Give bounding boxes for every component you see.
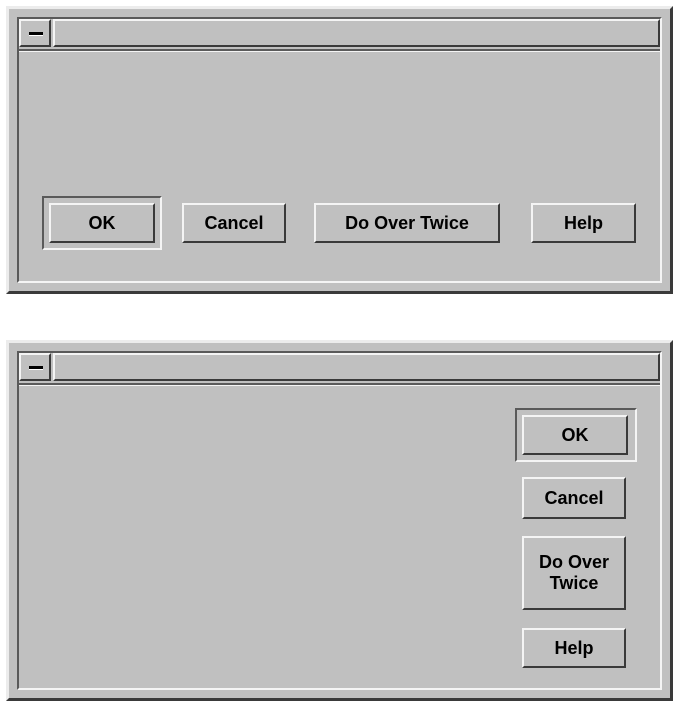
cancel-button[interactable]: Cancel bbox=[182, 203, 286, 243]
title-field[interactable] bbox=[53, 353, 660, 381]
title-bar bbox=[19, 353, 660, 385]
window-menu-button[interactable] bbox=[19, 353, 51, 381]
help-button[interactable]: Help bbox=[531, 203, 636, 243]
title-field[interactable] bbox=[53, 19, 660, 47]
ok-button[interactable]: OK bbox=[522, 415, 628, 455]
window-menu-icon bbox=[29, 366, 43, 369]
cancel-button[interactable]: Cancel bbox=[522, 477, 626, 519]
dialog-horizontal bbox=[6, 6, 673, 294]
window-menu-icon bbox=[29, 32, 43, 35]
do-over-twice-button[interactable]: Do Over Twice bbox=[314, 203, 500, 243]
ok-button[interactable]: OK bbox=[49, 203, 155, 243]
do-over-twice-button[interactable]: Do Over Twice bbox=[522, 536, 626, 610]
title-bar bbox=[19, 19, 660, 51]
window-menu-button[interactable] bbox=[19, 19, 51, 47]
help-button[interactable]: Help bbox=[522, 628, 626, 668]
